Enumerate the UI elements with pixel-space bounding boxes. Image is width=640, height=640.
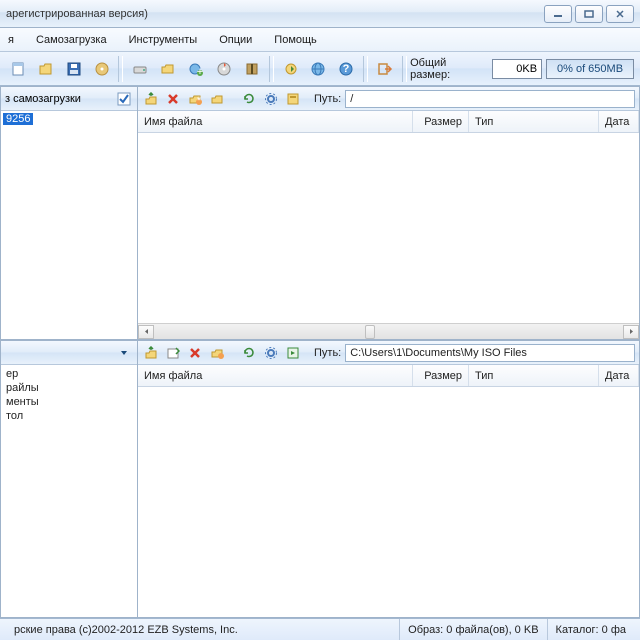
mount-icon[interactable] — [279, 57, 303, 81]
total-size-value: 0KB — [492, 59, 542, 79]
statusbar: рские права (c)2002-2012 EZB Systems, In… — [0, 618, 640, 640]
delete-icon[interactable] — [186, 344, 204, 362]
delete-icon[interactable] — [164, 90, 182, 108]
col-name[interactable]: Имя файла — [138, 111, 413, 132]
svg-text:*: * — [197, 95, 202, 106]
scroll-left-icon[interactable] — [138, 325, 154, 339]
menu-tools[interactable]: Инструменты — [125, 32, 202, 48]
top-minibar: * Путь: / — [138, 87, 639, 111]
titlebar: арегистрированная версия) — [0, 0, 640, 28]
compress-icon[interactable] — [240, 57, 264, 81]
status-image: Образ: 0 файла(ов), 0 KB — [400, 619, 547, 640]
maximize-button[interactable] — [575, 5, 603, 23]
main-toolbar: + ? Общий размер: 0KB 0% of 650MB — [0, 52, 640, 86]
capacity-bar: 0% of 650MB — [546, 59, 634, 79]
bot-list-header: Имя файла Размер Тип Дата — [138, 365, 639, 387]
new-folder-icon[interactable]: * — [186, 90, 204, 108]
local-tree-pane: ер райлы менты тол — [0, 340, 138, 618]
path-input[interactable]: C:\Users\1\Documents\My ISO Files — [345, 344, 635, 362]
tree-item[interactable]: тол — [3, 409, 135, 423]
dropdown-icon[interactable] — [115, 344, 133, 362]
col-type[interactable]: Тип — [469, 111, 599, 132]
tree-selected-item[interactable]: 9256 — [3, 113, 33, 125]
window-title: арегистрированная версия) — [6, 8, 541, 20]
gear-icon[interactable] — [262, 344, 280, 362]
scroll-thumb[interactable] — [365, 325, 375, 339]
status-catalog: Каталог: 0 фа — [548, 619, 634, 640]
path-label: Путь: — [314, 347, 341, 359]
top-hscroll[interactable] — [138, 323, 639, 339]
new-folder-icon[interactable] — [208, 344, 226, 362]
svg-text:?: ? — [343, 63, 350, 75]
scroll-right-icon[interactable] — [623, 325, 639, 339]
image-tree-header: з самозагрузки — [5, 93, 81, 105]
globe-icon[interactable] — [307, 57, 331, 81]
globe-add-icon[interactable]: + — [184, 57, 208, 81]
close-button[interactable] — [606, 5, 634, 23]
add-icon[interactable] — [164, 344, 182, 362]
reload-icon[interactable] — [284, 344, 302, 362]
disc-icon[interactable] — [90, 57, 114, 81]
properties-icon[interactable] — [284, 90, 302, 108]
top-list-body — [138, 133, 639, 323]
bot-minibar: Путь: C:\Users\1\Documents\My ISO Files — [138, 341, 639, 365]
svg-text:+: + — [197, 66, 203, 77]
status-copyright: рские права (c)2002-2012 EZB Systems, In… — [6, 619, 400, 640]
refresh-icon[interactable] — [240, 90, 258, 108]
menu-help[interactable]: Помощь — [270, 32, 321, 48]
save-icon[interactable] — [62, 57, 86, 81]
add-folder-icon[interactable] — [208, 90, 226, 108]
menu-options[interactable]: Опции — [215, 32, 256, 48]
help-icon[interactable]: ? — [334, 57, 358, 81]
top-list-header: Имя файла Размер Тип Дата — [138, 111, 639, 133]
col-name[interactable]: Имя файла — [138, 365, 413, 386]
col-size[interactable]: Размер — [413, 365, 469, 386]
col-date[interactable]: Дата — [599, 111, 639, 132]
col-date[interactable]: Дата — [599, 365, 639, 386]
path-label: Путь: — [314, 93, 341, 105]
new-icon[interactable] — [6, 57, 30, 81]
path-input[interactable]: / — [345, 90, 635, 108]
minimize-button[interactable] — [544, 5, 572, 23]
col-type[interactable]: Тип — [469, 365, 599, 386]
folder-icon[interactable] — [156, 57, 180, 81]
tree-item[interactable]: райлы — [3, 381, 135, 395]
open-icon[interactable] — [34, 57, 58, 81]
up-folder-icon[interactable] — [142, 344, 160, 362]
exit-icon[interactable] — [373, 57, 397, 81]
checkbox-icon[interactable] — [115, 90, 133, 108]
drive-icon[interactable] — [128, 57, 152, 81]
col-size[interactable]: Размер — [413, 111, 469, 132]
burn-icon[interactable] — [212, 57, 236, 81]
menu-file[interactable]: я — [4, 32, 18, 48]
refresh-icon[interactable] — [240, 344, 258, 362]
up-folder-icon[interactable] — [142, 90, 160, 108]
tree-item[interactable]: ер — [3, 367, 135, 381]
bot-list-body — [138, 387, 639, 617]
menubar: я Самозагрузка Инструменты Опции Помощь — [0, 28, 640, 52]
tree-item[interactable]: менты — [3, 395, 135, 409]
image-tree-pane: з самозагрузки 9256 — [0, 86, 138, 340]
menu-boot[interactable]: Самозагрузка — [32, 32, 111, 48]
total-size-label: Общий размер: — [410, 57, 488, 81]
gear-icon[interactable] — [262, 90, 280, 108]
